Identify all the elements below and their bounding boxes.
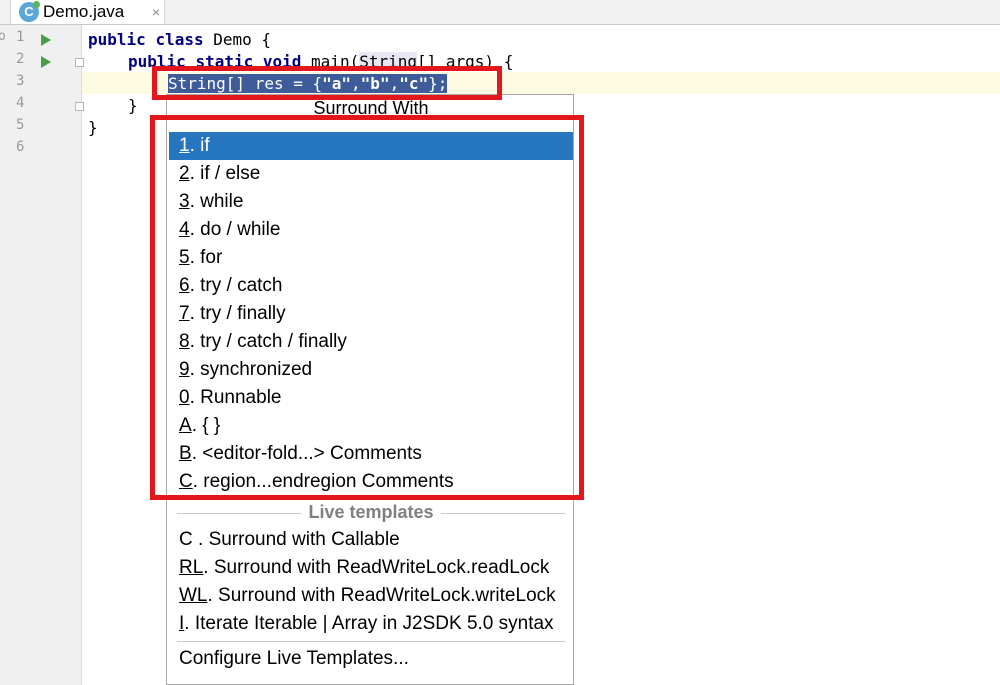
live-templates-heading: Live templates [308, 502, 434, 522]
configure-live-templates[interactable]: Configure Live Templates... [169, 645, 573, 673]
left-edge-strip: o [0, 25, 7, 685]
code-line-1: public class Demo { [88, 29, 271, 51]
shortcut-key: RL [179, 557, 204, 578]
live-template-readlock[interactable]: RL. Surround with ReadWriteLock.readLock [169, 554, 573, 582]
keyword: public [88, 30, 146, 49]
shortcut-key: WL [179, 585, 208, 606]
shortcut-key: C [179, 529, 193, 550]
live-template-iterate[interactable]: I. Iterate Iterable | Array in J2SDK 5.0… [169, 610, 573, 638]
line-number: 6 [16, 139, 25, 155]
menu-item-label: . Surround with ReadWriteLock.writeLock [207, 585, 556, 606]
line-number: 3 [16, 73, 25, 89]
keyword: class [155, 30, 204, 49]
separator-line [177, 641, 565, 642]
line-number: 2 [16, 51, 25, 67]
menu-item-label: . Surround with ReadWriteLock.readLock [203, 557, 550, 578]
java-class-icon: C [19, 1, 40, 22]
editor-gutter: 1 2 3 4 5 6 [7, 25, 84, 685]
separator-line [441, 513, 565, 514]
live-template-writelock[interactable]: WL. Surround with ReadWriteLock.writeLoc… [169, 582, 573, 610]
menu-item-label: . Surround with Callable [192, 529, 400, 550]
annotation-box-menu [150, 115, 584, 500]
line-number: 1 [16, 29, 25, 45]
run-class-icon[interactable] [41, 34, 51, 46]
line-number: 4 [16, 95, 25, 111]
menu-item-label: . Iterate Iterable | Array in J2SDK 5.0 … [184, 613, 554, 634]
code-text: Demo { [203, 30, 272, 49]
code-line-5: } [88, 118, 98, 137]
live-template-callable[interactable]: C . Surround with Callable [169, 526, 573, 554]
edge-label: o [0, 29, 6, 44]
line-number: 5 [16, 117, 25, 133]
code-line-4: } [128, 96, 138, 115]
tab-title: Demo.java [43, 2, 125, 21]
editor-tab-bar: C Demo.java × [0, 0, 1000, 25]
close-icon[interactable]: × [152, 2, 160, 22]
annotation-box-code [152, 66, 502, 100]
run-main-icon[interactable] [41, 56, 51, 68]
tab-demo-java[interactable]: C Demo.java × [10, 0, 165, 24]
